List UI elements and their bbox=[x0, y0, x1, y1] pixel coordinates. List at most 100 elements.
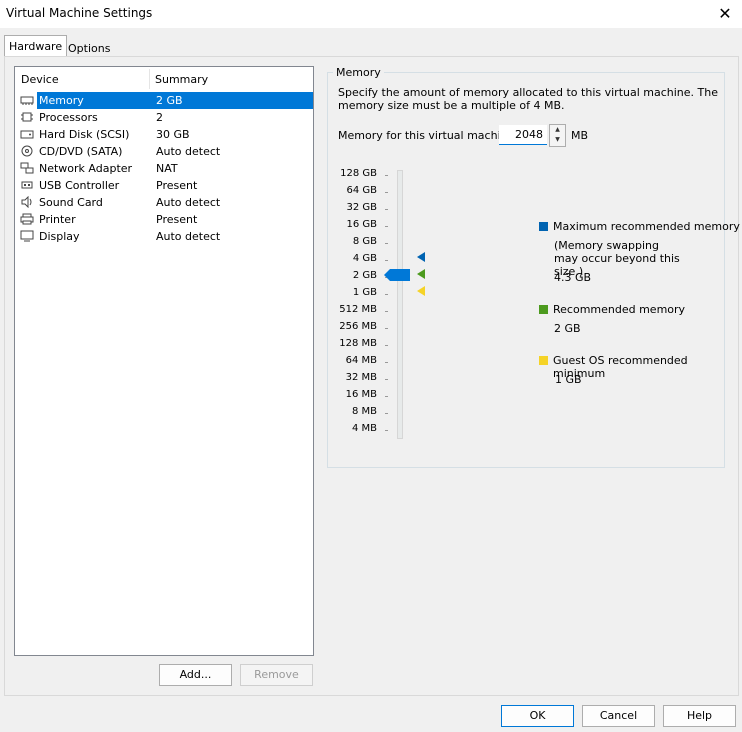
scale-label: 64 GB bbox=[346, 185, 377, 196]
scale-label: 512 MB bbox=[339, 304, 377, 315]
scale-label: 8 MB bbox=[351, 406, 377, 417]
scale-tick bbox=[385, 430, 388, 431]
help-button[interactable]: Help bbox=[663, 705, 736, 727]
printer-icon bbox=[20, 213, 34, 225]
device-summary: 2 bbox=[156, 111, 163, 124]
network-adapter-icon bbox=[20, 162, 34, 174]
processor-icon bbox=[21, 112, 33, 122]
cancel-button[interactable]: Cancel bbox=[582, 705, 655, 727]
usb-icon bbox=[21, 181, 33, 189]
device-row-network-adapter[interactable]: Network Adapter NAT bbox=[17, 160, 313, 177]
sound-card-icon bbox=[21, 196, 32, 208]
device-row-printer[interactable]: Printer Present bbox=[17, 211, 313, 228]
device-summary: Auto detect bbox=[156, 230, 221, 243]
scale-tick bbox=[385, 362, 388, 363]
device-row-usb-controller[interactable]: USB Controller Present bbox=[17, 177, 313, 194]
device-name: Hard Disk (SCSI) bbox=[39, 128, 130, 141]
memory-slider-thumb[interactable] bbox=[384, 269, 410, 281]
scale-label: 8 GB bbox=[352, 236, 377, 247]
max-recommended-swatch bbox=[539, 222, 548, 231]
add-button[interactable]: Add... bbox=[159, 664, 232, 686]
device-summary: 30 GB bbox=[156, 128, 190, 141]
scale-label: 4 MB bbox=[351, 423, 377, 434]
scale-tick bbox=[385, 413, 388, 414]
scale-tick bbox=[385, 226, 388, 227]
spin-up-icon[interactable]: ▲ bbox=[550, 125, 565, 135]
device-summary: Auto detect bbox=[156, 145, 221, 158]
recommended-value: 2 GB bbox=[554, 322, 581, 335]
scale-label: 16 GB bbox=[346, 219, 377, 230]
column-separator[interactable] bbox=[149, 69, 150, 89]
device-name: Sound Card bbox=[39, 196, 103, 209]
device-row-memory[interactable]: Memory 2 GB bbox=[17, 92, 313, 109]
close-icon[interactable]: ✕ bbox=[714, 3, 736, 25]
memory-value: 2048 bbox=[515, 128, 543, 141]
device-name: Printer bbox=[39, 213, 76, 226]
device-name: USB Controller bbox=[39, 179, 120, 192]
scale-label: 4 GB bbox=[352, 253, 377, 264]
hard-disk-icon bbox=[20, 130, 34, 139]
scale-label: 32 MB bbox=[345, 372, 377, 383]
device-row-processors[interactable]: Processors 2 bbox=[17, 109, 313, 126]
scale-label: 64 MB bbox=[345, 355, 377, 366]
scale-tick bbox=[385, 311, 388, 312]
guest-min-marker bbox=[417, 286, 425, 296]
cd-dvd-icon bbox=[21, 145, 33, 157]
scale-tick bbox=[385, 294, 388, 295]
scale-tick bbox=[385, 345, 388, 346]
max-recommended-label: Maximum recommended memory bbox=[553, 220, 740, 233]
recommended-label: Recommended memory bbox=[553, 303, 686, 316]
device-summary: Present bbox=[156, 179, 198, 192]
scale-tick bbox=[385, 260, 388, 261]
tab-hardware[interactable]: Hardware bbox=[4, 35, 68, 58]
memory-spinner[interactable]: ▲ ▼ bbox=[549, 124, 566, 147]
display-icon bbox=[20, 230, 34, 242]
window-title: Virtual Machine Settings bbox=[6, 6, 153, 20]
scale-tick bbox=[385, 243, 388, 244]
scale-tick bbox=[385, 209, 388, 210]
device-row-cd-dvd[interactable]: CD/DVD (SATA) Auto detect bbox=[17, 143, 313, 160]
ok-button[interactable]: OK bbox=[501, 705, 574, 727]
memory-unit: MB bbox=[571, 129, 589, 142]
column-header-summary[interactable]: Summary bbox=[155, 67, 208, 89]
device-name: CD/DVD (SATA) bbox=[39, 145, 123, 158]
device-name: Memory bbox=[39, 94, 84, 107]
device-summary: 2 GB bbox=[156, 94, 183, 107]
scale-label: 32 GB bbox=[346, 202, 377, 213]
scale-tick bbox=[385, 379, 388, 380]
scale-label: 1 GB bbox=[352, 287, 377, 298]
memory-input[interactable]: 2048 bbox=[499, 125, 547, 145]
scale-label: 16 MB bbox=[345, 389, 377, 400]
scale-tick bbox=[385, 328, 388, 329]
remove-button[interactable]: Remove bbox=[240, 664, 313, 686]
scale-tick bbox=[385, 192, 388, 193]
column-header-device[interactable]: Device bbox=[21, 67, 59, 89]
device-name: Display bbox=[39, 230, 80, 243]
memory-slider-track[interactable] bbox=[397, 170, 403, 439]
scale-label: 128 MB bbox=[339, 338, 377, 349]
spin-down-icon[interactable]: ▼ bbox=[550, 135, 565, 145]
device-name: Network Adapter bbox=[39, 162, 133, 175]
guest-min-swatch bbox=[539, 356, 548, 365]
max-recommended-marker bbox=[417, 252, 425, 262]
device-summary: Present bbox=[156, 213, 198, 226]
memory-description: Specify the amount of memory allocated t… bbox=[338, 86, 718, 112]
device-summary: Auto detect bbox=[156, 196, 221, 209]
scale-tick bbox=[385, 396, 388, 397]
scale-tick bbox=[385, 175, 388, 176]
device-row-hard-disk[interactable]: Hard Disk (SCSI) 30 GB bbox=[17, 126, 313, 143]
memory-icon bbox=[20, 96, 34, 105]
scale-label: 2 GB bbox=[352, 270, 377, 281]
device-name: Processors bbox=[39, 111, 98, 124]
device-list[interactable]: Device Summary Memory 2 GB Processors 2 … bbox=[14, 66, 314, 656]
device-row-display[interactable]: Display Auto detect bbox=[17, 228, 313, 245]
scale-label: 128 GB bbox=[340, 168, 377, 179]
recommended-swatch bbox=[539, 305, 548, 314]
memory-scale: 128 GB 64 GB 32 GB 16 GB 8 GB 4 GB 2 GB 1 GB 512… bbox=[317, 0, 377, 732]
max-recommended-value: 4.3 GB bbox=[554, 271, 592, 284]
device-row-sound-card[interactable]: Sound Card Auto detect bbox=[17, 194, 313, 211]
recommended-marker bbox=[417, 269, 425, 279]
scale-label: 256 MB bbox=[339, 321, 377, 332]
device-summary: NAT bbox=[156, 162, 178, 175]
guest-min-value: 1 GB bbox=[555, 373, 582, 386]
